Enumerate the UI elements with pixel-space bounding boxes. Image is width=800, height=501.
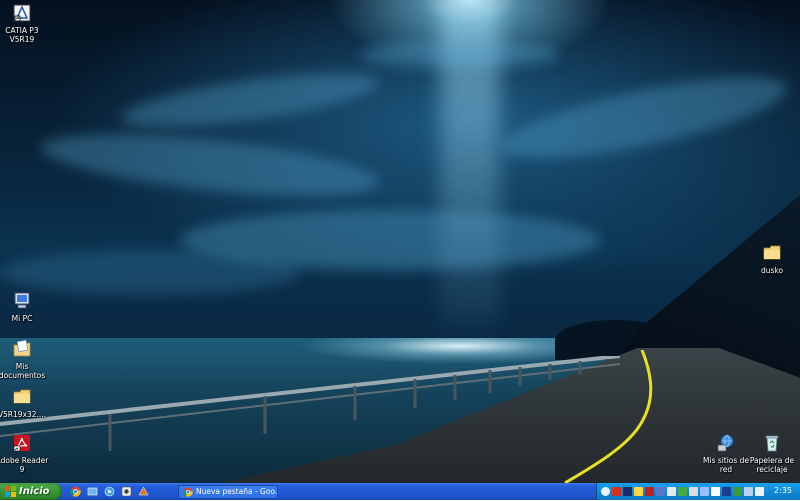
tray-icon[interactable] [744,487,753,496]
app-icon[interactable] [121,486,132,497]
tray-icon[interactable] [689,487,698,496]
system-tray: 2:35 [596,483,800,500]
cloud [118,62,382,138]
guard-rail [0,356,620,451]
catia-icon [11,2,33,24]
folder-icon [761,242,783,264]
recycle-bin-icon [761,432,783,454]
start-button-label: Inicio [19,486,50,497]
tray-icon[interactable] [656,487,665,496]
taskbar: Inicio Nueva pestaña - Goo... 2:35 [0,483,800,500]
tray-icon[interactable] [700,487,709,496]
tray-icon[interactable] [667,487,676,496]
network-places-icon [715,432,737,454]
cloud [360,40,560,70]
adobe-reader-icon [11,432,33,454]
cloud [0,250,300,295]
documents-folder-icon [11,338,33,360]
desktop-icon-dusko-folder[interactable]: dusko [740,242,800,275]
clock[interactable]: 2:35 [774,486,792,495]
tray-icon[interactable] [645,487,654,496]
tray-icon[interactable] [623,487,632,496]
folder-icon [11,386,33,408]
tray-icon[interactable] [711,487,720,496]
volume-icon[interactable] [755,487,764,496]
cloud [497,60,793,175]
app-icon[interactable] [138,486,149,497]
desktop-icon-mi-pc[interactable]: Mi PC [0,290,54,323]
tray-icon[interactable] [634,487,643,496]
computer-icon [11,290,33,312]
desktop-icon-v5r19-folder[interactable]: V5R19x32.... [0,386,54,419]
start-button[interactable]: Inicio [0,483,62,500]
desktop-icon-label: dusko [760,266,784,275]
desktop-icon-label: Papelera de reciclaje [749,456,795,474]
tray-icon[interactable] [612,487,621,496]
show-desktop-icon[interactable] [87,486,98,497]
tray-expand-icon[interactable] [601,487,610,496]
desktop-background: CATIA P3 V5R19 Mi PC Mis documentos V5R1… [0,0,800,483]
chrome-icon[interactable] [70,486,81,497]
desktop-icon-label: Mis documentos [0,362,46,380]
tray-icon[interactable] [678,487,687,496]
desktop-icon-papelera[interactable]: Papelera de reciclaje [740,432,800,474]
taskbar-window-button[interactable]: Nueva pestaña - Goo... [178,482,278,501]
chrome-icon [183,482,193,501]
media-player-icon[interactable] [104,486,115,497]
taskbar-window-label: Nueva pestaña - Goo... [196,487,277,496]
tray-icon[interactable] [722,487,731,496]
desktop-icon-label: Adobe Reader 9 [0,456,49,474]
quick-launch [70,486,170,497]
desktop-icon-catia[interactable]: CATIA P3 V5R19 [0,2,54,44]
desktop-icon-label: CATIA P3 V5R19 [5,26,39,44]
cloud [38,122,382,208]
desktop-icon-label: V5R19x32.... [0,410,47,419]
desktop-icon-mis-documentos[interactable]: Mis documentos [0,338,54,380]
desktop-icon-adobe-reader[interactable]: Adobe Reader 9 [0,432,54,474]
tray-icon[interactable] [733,487,742,496]
windows-logo-icon [5,482,16,501]
desktop-icon-label: Mi PC [11,314,33,323]
